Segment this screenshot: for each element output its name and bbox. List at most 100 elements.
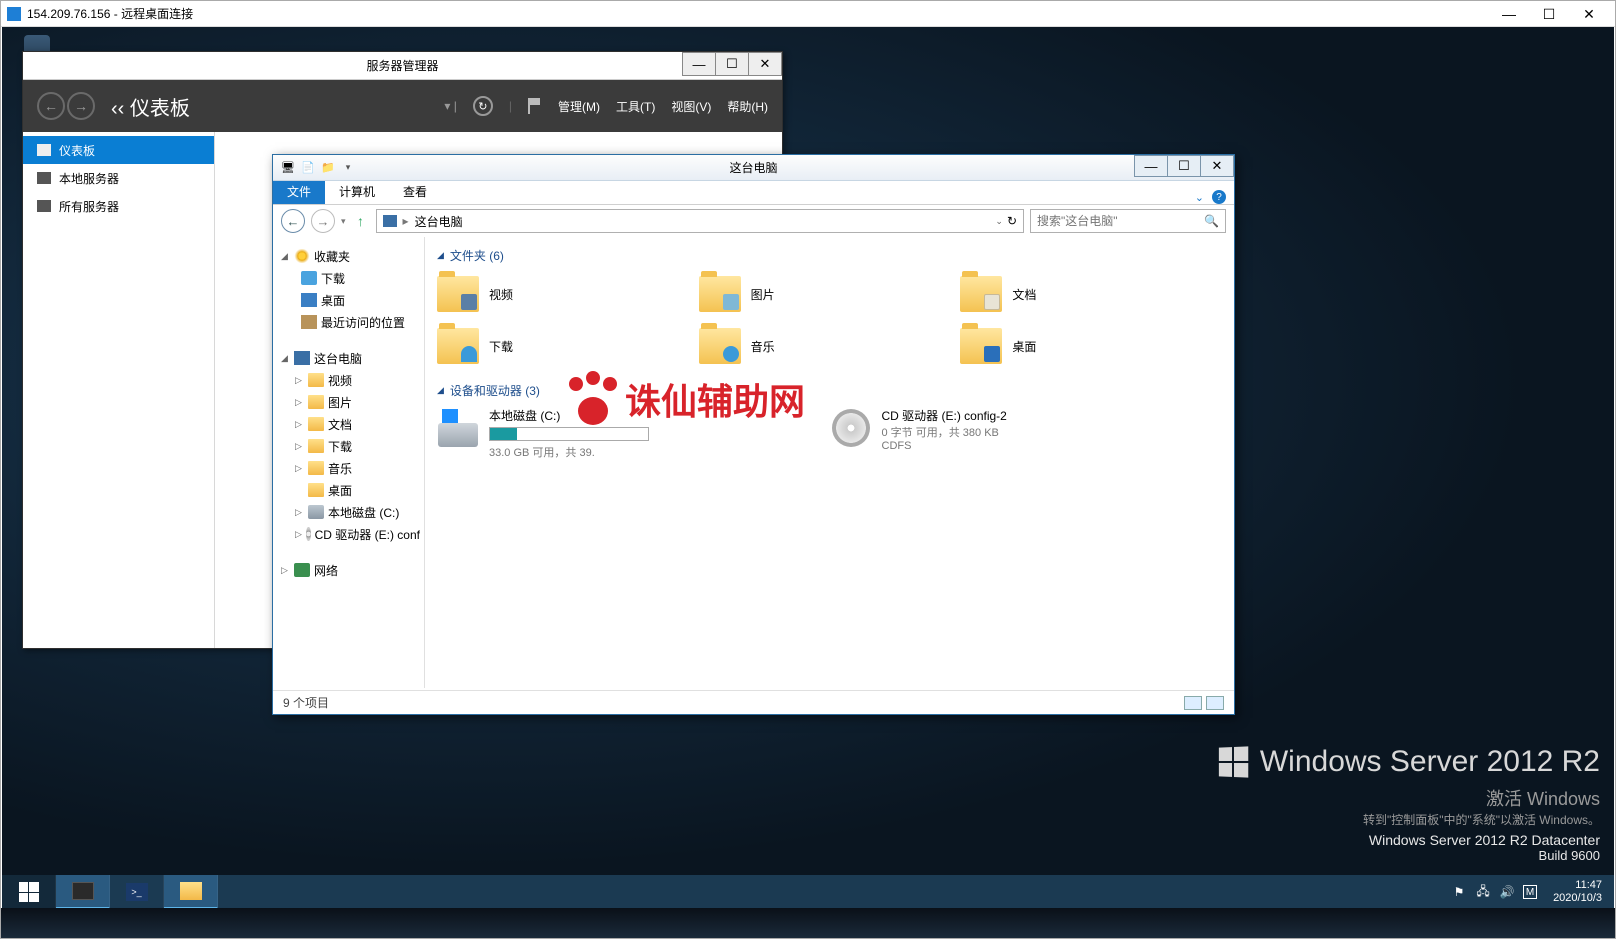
ex-minimize-button[interactable]: — <box>1134 155 1168 177</box>
tray-sound-icon[interactable]: 🔊 <box>1499 884 1515 900</box>
back-button[interactable]: ← <box>37 92 65 120</box>
address-bar[interactable]: ▸ 这台电脑 ⌄ ↻ <box>376 209 1024 233</box>
explorer-title: 这台电脑 <box>729 159 777 176</box>
folder-videos[interactable]: 视频 <box>437 272 699 316</box>
sm-close-button[interactable]: ✕ <box>748 52 782 76</box>
tree-cd-drive[interactable]: ▷CD 驱动器 (E:) conf <box>277 523 420 545</box>
folder-downloads[interactable]: 下载 <box>437 324 699 368</box>
tab-file[interactable]: 文件 <box>273 179 325 204</box>
folder-desktop[interactable]: 桌面 <box>960 324 1222 368</box>
nav-forward-button[interactable]: → <box>311 209 335 233</box>
folder-documents[interactable]: 文档 <box>960 272 1222 316</box>
rdp-window: 154.209.76.156 - 远程桌面连接 — ☐ ✕ 服务器管理器 — ☐… <box>0 0 1616 939</box>
maximize-button[interactable]: ☐ <box>1529 3 1569 25</box>
menu-manage[interactable]: 管理(M) <box>558 98 600 115</box>
datacenter-label: Windows Server 2012 R2 Datacenter <box>1218 832 1600 848</box>
tab-computer[interactable]: 计算机 <box>325 179 389 204</box>
nav-back-button[interactable]: ← <box>281 209 305 233</box>
qat-properties-icon[interactable]: 📄 <box>299 159 317 177</box>
notifications-icon[interactable] <box>528 98 542 114</box>
build-label: Build 9600 <box>1218 848 1600 863</box>
tree-this-pc[interactable]: ◢这台电脑 <box>277 347 420 369</box>
system-tray: ⚑ 🖧 🔊 M 11:47 2020/10/3 <box>1447 875 1614 909</box>
tree-local-disk[interactable]: ▷本地磁盘 (C:) <box>277 501 420 523</box>
qat-system-icon[interactable]: 🖥 <box>279 159 297 177</box>
nav-tree: ◢收藏夹 下载 桌面 最近访问的位置 ◢这台电脑 ▷视频 ▷图片 ▷文档 ▷下载… <box>273 237 425 688</box>
view-details-icon[interactable] <box>1184 696 1202 710</box>
help-icon[interactable]: ? <box>1212 190 1226 204</box>
tree-desktop-pc[interactable]: 桌面 <box>277 479 420 501</box>
drive-cd-e[interactable]: CD 驱动器 (E:) config-2 0 字节 可用，共 380 KB CD… <box>830 407 1223 460</box>
tray-ime-icon[interactable]: M <box>1523 885 1537 899</box>
drive-e-line2: 0 字节 可用，共 380 KB <box>882 424 1007 440</box>
sm-maximize-button[interactable]: ☐ <box>715 52 749 76</box>
tree-documents[interactable]: ▷文档 <box>277 413 420 435</box>
nav-up-button[interactable]: ↑ <box>352 212 370 230</box>
pc-icon <box>383 215 397 227</box>
taskbar-server-manager[interactable] <box>56 875 110 909</box>
tray-network-icon[interactable]: 🖧 <box>1475 884 1491 900</box>
folder-pictures[interactable]: 图片 <box>699 272 961 316</box>
sidebar-item-dashboard[interactable]: 仪表板 <box>23 136 214 164</box>
clock-time: 11:47 <box>1553 879 1602 892</box>
tree-downloads-pc[interactable]: ▷下载 <box>277 435 420 457</box>
forward-button[interactable]: → <box>67 92 95 120</box>
address-dropdown-icon[interactable]: ⌄ <box>995 216 1003 227</box>
tray-clock[interactable]: 11:47 2020/10/3 <box>1545 879 1610 905</box>
clock-date: 2020/10/3 <box>1553 892 1602 905</box>
activate-title: 激活 Windows <box>1218 785 1600 811</box>
explorer-content: ◢文件夹 (6) 视频 图片 文档 下载 音乐 桌面 ◢设备和驱动器 (3) <box>425 237 1234 688</box>
section-folders[interactable]: ◢文件夹 (6) <box>437 247 1222 264</box>
ex-maximize-button[interactable]: ☐ <box>1167 155 1201 177</box>
ex-close-button[interactable]: ✕ <box>1200 155 1234 177</box>
taskbar-powershell[interactable]: >_ <box>110 875 164 909</box>
product-name: Windows Server 2012 R2 <box>1260 745 1600 779</box>
close-button[interactable]: ✕ <box>1569 3 1609 25</box>
menu-view[interactable]: 视图(V) <box>671 98 711 115</box>
tree-videos[interactable]: ▷视频 <box>277 369 420 391</box>
menu-tools[interactable]: 工具(T) <box>616 98 655 115</box>
explorer-titlebar[interactable]: 🖥 📄 📁 ▾ 这台电脑 — ☐ ✕ <box>273 155 1234 181</box>
breadcrumb-this-pc[interactable]: 这台电脑 <box>415 213 463 230</box>
ribbon-tabs: 文件 计算机 查看 ⌄ ? <box>273 181 1234 205</box>
search-icon[interactable]: 🔍 <box>1204 214 1219 228</box>
taskbar-explorer[interactable] <box>164 875 218 909</box>
drive-c-meta: 33.0 GB 可用，共 39. <box>489 444 649 460</box>
sm-minimize-button[interactable]: — <box>682 52 716 76</box>
tree-desktop[interactable]: 桌面 <box>277 289 420 311</box>
rdp-titlebar[interactable]: 154.209.76.156 - 远程桌面连接 — ☐ ✕ <box>1 1 1615 27</box>
tree-music[interactable]: ▷音乐 <box>277 457 420 479</box>
tree-downloads[interactable]: 下载 <box>277 267 420 289</box>
folder-music[interactable]: 音乐 <box>699 324 961 368</box>
start-button[interactable] <box>2 875 56 909</box>
history-dropdown-icon[interactable]: ▾ <box>341 216 346 227</box>
qat-dropdown-icon[interactable]: ▾ <box>339 159 357 177</box>
status-bar: 9 个项目 <box>273 690 1234 714</box>
host-taskbar-peek <box>1 908 1615 938</box>
minimize-button[interactable]: — <box>1489 3 1529 25</box>
search-input[interactable] <box>1037 214 1204 228</box>
address-bar-row: ← → ▾ ↑ ▸ 这台电脑 ⌄ ↻ 🔍 <box>273 205 1234 237</box>
remote-desktop: 服务器管理器 — ☐ ✕ ← → ‹‹ 仪表板 ▾ | ↻ | <box>2 27 1614 909</box>
search-box[interactable]: 🔍 <box>1030 209 1226 233</box>
tree-network[interactable]: ▷网络 <box>277 559 420 581</box>
server-manager-titlebar[interactable]: 服务器管理器 — ☐ ✕ <box>23 52 782 80</box>
tray-flag-icon[interactable]: ⚑ <box>1451 884 1467 900</box>
drive-e-line3: CDFS <box>882 440 1007 452</box>
qat-new-folder-icon[interactable]: 📁 <box>319 159 337 177</box>
server-manager-title: 服务器管理器 <box>366 57 438 74</box>
activate-sub: 转到"控制面板"中的"系统"以激活 Windows。 <box>1218 811 1600 828</box>
sidebar-item-all-servers[interactable]: 所有服务器 <box>23 192 214 220</box>
tree-favorites[interactable]: ◢收藏夹 <box>277 245 420 267</box>
tree-recent[interactable]: 最近访问的位置 <box>277 311 420 333</box>
tree-pictures[interactable]: ▷图片 <box>277 391 420 413</box>
view-tiles-icon[interactable] <box>1206 696 1224 710</box>
menu-help[interactable]: 帮助(H) <box>727 98 768 115</box>
rdp-icon <box>7 7 21 21</box>
tab-view[interactable]: 查看 <box>389 179 441 204</box>
sidebar-item-local-server[interactable]: 本地服务器 <box>23 164 214 192</box>
refresh-icon[interactable]: ↻ <box>473 96 493 116</box>
refresh-icon[interactable]: ↻ <box>1007 214 1017 228</box>
section-drives[interactable]: ◢设备和驱动器 (3) <box>437 382 1222 399</box>
ribbon-expand-icon[interactable]: ⌄ <box>1195 191 1204 204</box>
